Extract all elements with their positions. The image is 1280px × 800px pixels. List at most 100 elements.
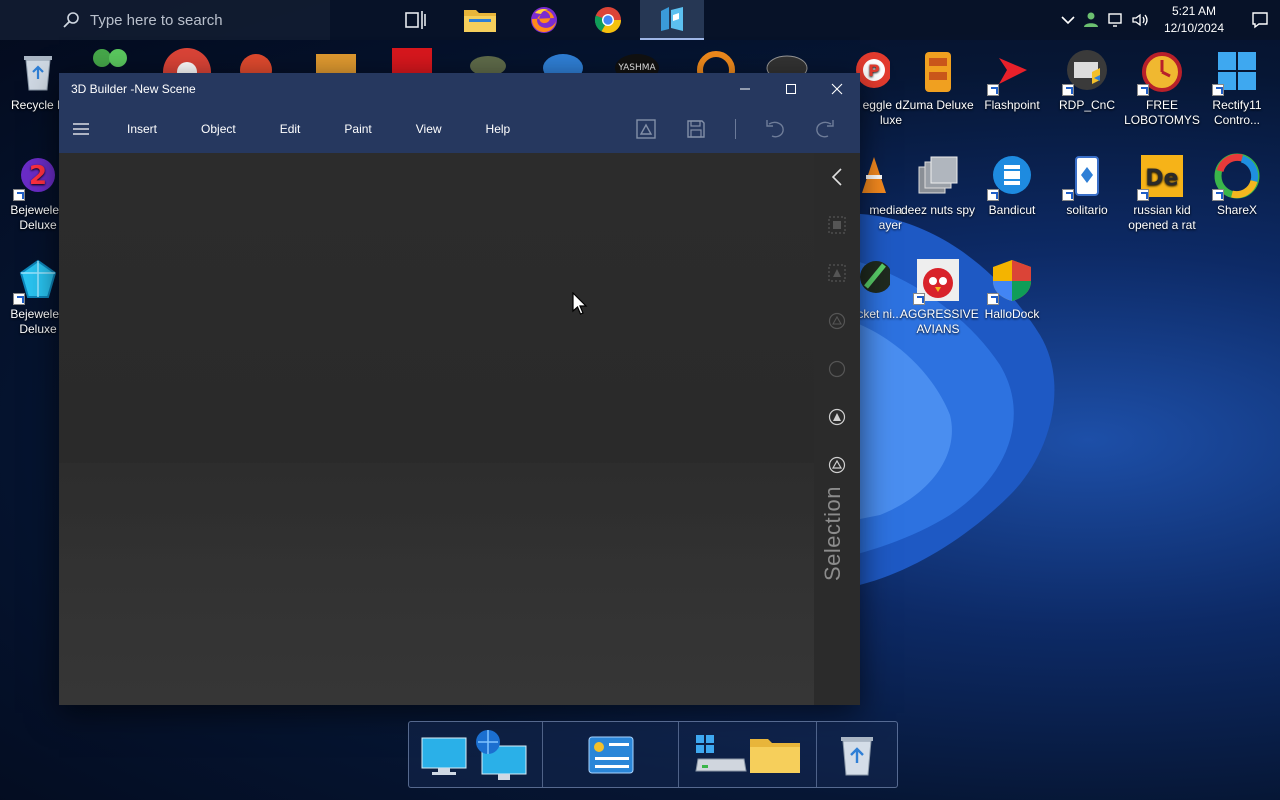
recycle-bin-icon xyxy=(15,48,61,94)
shortcut-arrow-icon xyxy=(13,189,25,201)
mouse-cursor-icon xyxy=(572,292,588,315)
maximize-button[interactable] xyxy=(768,73,814,105)
desktop-icon-label: Rectify11 Contro... xyxy=(1212,98,1262,127)
task-view-button[interactable] xyxy=(384,0,448,40)
menu-paint[interactable]: Paint xyxy=(320,122,391,136)
control-panel-icon[interactable] xyxy=(585,735,637,775)
menu-object[interactable]: Object xyxy=(177,122,256,136)
desktop-icon-free-lobotomys[interactable]: FREE LOBOTOMYS xyxy=(1124,48,1200,128)
desktop-icon-bandicut[interactable]: Bandicut xyxy=(974,153,1050,218)
clock-time: 5:21 AM xyxy=(1171,4,1217,18)
rdp-icon xyxy=(1062,48,1110,96)
minimize-icon xyxy=(740,88,750,90)
folder-icon[interactable] xyxy=(748,733,802,777)
desktop-icon-rdp-cnc[interactable]: RDP_CnC xyxy=(1049,48,1125,113)
close-icon xyxy=(831,83,843,95)
print-3d-button[interactable] xyxy=(621,105,671,153)
selection-panel-label[interactable]: Selection xyxy=(820,483,854,583)
select-all-button[interactable] xyxy=(814,201,860,249)
collapse-panel-button[interactable] xyxy=(814,153,860,201)
window-titlebar[interactable]: 3D Builder -New Scene xyxy=(59,73,860,105)
paint-select-button[interactable] xyxy=(814,393,860,441)
desktop-icon-label: ShareX xyxy=(1216,203,1258,217)
task-view-icon xyxy=(405,11,426,29)
this-pc-icon[interactable] xyxy=(420,732,472,778)
hamburger-icon xyxy=(73,123,89,135)
toolbar-right xyxy=(621,105,850,153)
save-button[interactable] xyxy=(671,105,721,153)
flashpoint-icon xyxy=(987,48,1035,96)
rectify11-icon xyxy=(1212,48,1260,96)
user-status-icon xyxy=(1084,12,1098,27)
wallpaper-bloom xyxy=(830,213,1055,591)
selection-side-panel: Selection xyxy=(814,153,860,705)
hamburger-menu-button[interactable] xyxy=(59,105,103,153)
menu-view[interactable]: View xyxy=(392,122,462,136)
bottom-dock xyxy=(408,721,898,788)
desktop-icon-label: AGGRESSIVE AVIANS xyxy=(900,307,979,336)
select-faces-button[interactable] xyxy=(814,297,860,345)
network-computer-icon[interactable] xyxy=(472,728,532,782)
desktop-icon-flashpoint[interactable]: Flashpoint xyxy=(974,48,1050,113)
desktop-icon-zuma[interactable]: Zuma Deluxe xyxy=(900,48,976,113)
tray-user[interactable] xyxy=(1080,0,1104,40)
taskbar-pinned-apps xyxy=(384,0,704,40)
app-icon: YASHMA xyxy=(615,54,659,74)
minimize-button[interactable] xyxy=(722,73,768,105)
firefox-icon xyxy=(531,7,557,33)
desktop-icon-label: solitario xyxy=(1066,203,1108,217)
3d-viewport[interactable] xyxy=(59,153,814,705)
clock-icon xyxy=(1137,48,1185,96)
select-circle-button[interactable] xyxy=(814,345,860,393)
triangle-select-button[interactable] xyxy=(814,441,860,489)
desktop-icon-hallodock[interactable]: HalloDock xyxy=(974,257,1050,322)
app-icon xyxy=(316,54,356,74)
desktop-icon-label: Bandicut xyxy=(988,203,1036,217)
desktop-icon-solitario[interactable]: solitario xyxy=(1049,153,1125,218)
window-controls xyxy=(722,73,860,105)
svg-text:2: 2 xyxy=(29,161,47,191)
close-button[interactable] xyxy=(814,73,860,105)
desktop-icon-label: deez nuts spy xyxy=(900,203,976,217)
shortcut-arrow-icon xyxy=(1137,189,1149,201)
tray-volume[interactable] xyxy=(1128,0,1152,40)
speaker-icon xyxy=(1132,13,1148,27)
triangle-icon xyxy=(828,456,846,474)
menu-help[interactable]: Help xyxy=(462,122,531,136)
3d-builder-icon xyxy=(661,7,683,31)
file-explorer-button[interactable] xyxy=(448,0,512,40)
notification-center-button[interactable] xyxy=(1240,0,1280,40)
window-title: 3D Builder -New Scene xyxy=(71,82,196,96)
taskbar-search[interactable] xyxy=(0,0,330,40)
firefox-button[interactable] xyxy=(512,0,576,40)
select-all-icon xyxy=(828,216,846,234)
desktop-icon-label: Flashpoint xyxy=(984,98,1040,112)
maximize-icon xyxy=(786,84,796,94)
select-objects-button[interactable] xyxy=(814,249,860,297)
bandicut-icon xyxy=(987,153,1035,201)
desktop-icon-sharex[interactable]: ShareX xyxy=(1199,153,1275,218)
select-objects-icon xyxy=(828,264,846,282)
dock-group-computer xyxy=(409,722,543,787)
shortcut-arrow-icon xyxy=(987,293,999,305)
taskbar: 5:21 AM 12/10/2024 xyxy=(0,0,1280,40)
tray-network[interactable] xyxy=(1104,0,1128,40)
shortcut-arrow-icon xyxy=(987,189,999,201)
toolbar-separator xyxy=(735,119,736,139)
taskbar-clock[interactable]: 5:21 AM 12/10/2024 xyxy=(1156,3,1232,37)
desktop-icon-russian-kid[interactable]: De russian kid opened a rat xyxy=(1124,153,1200,233)
tray-overflow-button[interactable] xyxy=(1056,0,1080,40)
recycle-bin-icon[interactable] xyxy=(835,731,879,779)
chrome-button[interactable] xyxy=(576,0,640,40)
desktop-icon-rectify11[interactable]: Rectify11 Contro... xyxy=(1199,48,1275,128)
undo-button[interactable] xyxy=(750,105,800,153)
3d-builder-taskbar-button[interactable] xyxy=(640,0,704,40)
menu-insert[interactable]: Insert xyxy=(103,122,177,136)
desktop-icon-deez-nuts-spy[interactable]: deez nuts spy xyxy=(900,153,976,218)
redo-button[interactable] xyxy=(800,105,850,153)
notification-icon xyxy=(1252,12,1268,29)
desktop-icon-aggressive-avians[interactable]: AGGRESSIVE AVIANS xyxy=(900,257,979,337)
drive-icon[interactable] xyxy=(694,733,748,777)
search-input[interactable] xyxy=(90,11,320,29)
menu-edit[interactable]: Edit xyxy=(256,122,321,136)
